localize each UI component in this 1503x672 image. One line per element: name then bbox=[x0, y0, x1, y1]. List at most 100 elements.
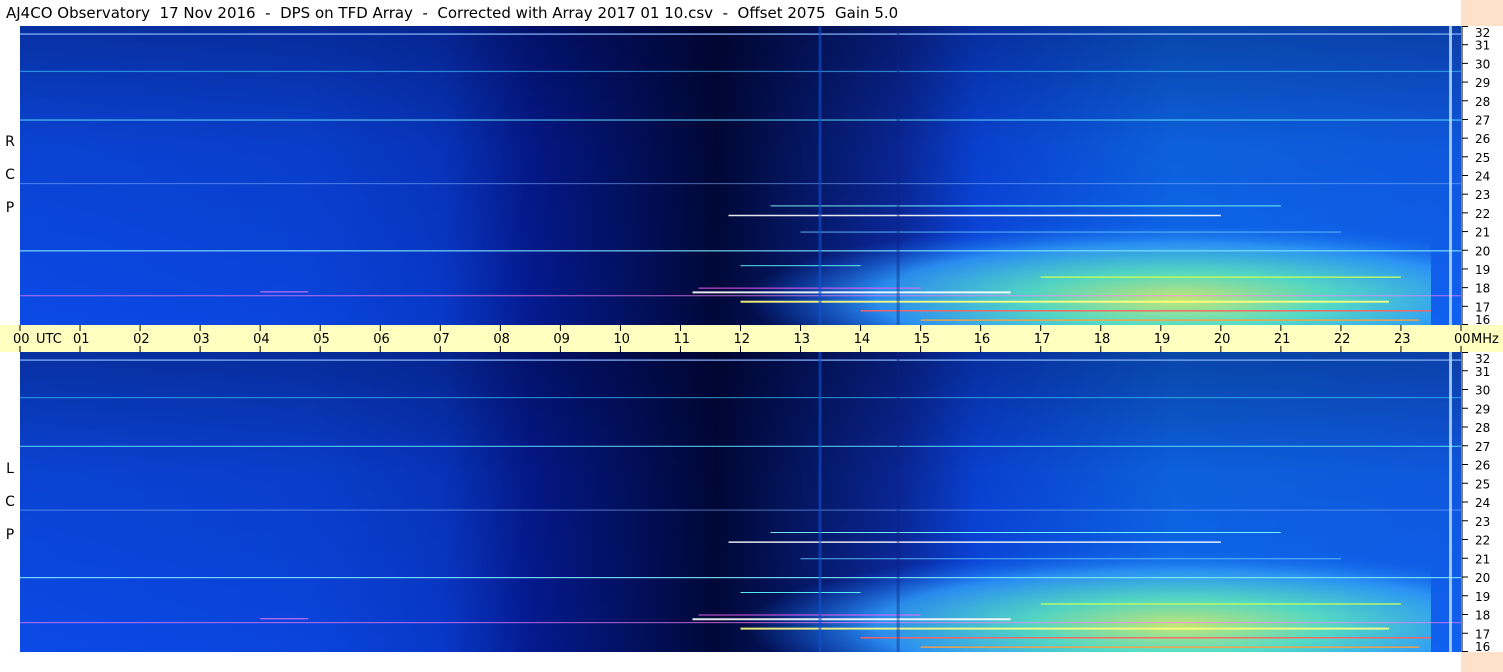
rcp-freq-tick-label-4: 28 bbox=[1475, 95, 1490, 109]
utc-tick-label-19: 19 bbox=[1154, 332, 1171, 347]
vertical-column-2 bbox=[1448, 352, 1452, 652]
rcp-freq-tick-label-3: 29 bbox=[1475, 76, 1490, 90]
interference-line-0 bbox=[20, 359, 1461, 361]
emission-streak-6 bbox=[260, 291, 309, 293]
emission-streak-1 bbox=[728, 541, 1221, 543]
emission-streak-5 bbox=[698, 287, 921, 289]
emission-streak-4 bbox=[860, 310, 1431, 312]
emission-streak-9 bbox=[800, 558, 1341, 560]
emission-streak-7 bbox=[740, 592, 861, 593]
utc-tick-label-23: 23 bbox=[1394, 332, 1411, 347]
utc-tick-label-2: 02 bbox=[133, 332, 150, 347]
lcp-letter-l: L bbox=[6, 460, 14, 477]
lcp-spectrogram-svg bbox=[20, 352, 1461, 652]
utc-tick-label-12: 12 bbox=[734, 332, 751, 347]
rcp-spectrogram-svg bbox=[20, 26, 1461, 325]
lcp-freq-tick-label-3: 29 bbox=[1475, 402, 1490, 416]
lcp-spectrogram bbox=[20, 352, 1461, 652]
vertical-column-2 bbox=[1448, 26, 1452, 325]
rcp-freq-tick-label-1: 31 bbox=[1475, 39, 1490, 53]
emission-streak-0 bbox=[692, 291, 1011, 294]
utc-tick-label-11: 11 bbox=[673, 332, 690, 347]
utc-tick-label-1: 01 bbox=[73, 332, 90, 347]
lcp-freq-tick-label-6: 26 bbox=[1475, 459, 1490, 473]
vertical-column-1 bbox=[896, 352, 900, 652]
lcp-freq-tick-label-13: 19 bbox=[1475, 590, 1490, 604]
emission-streak-8 bbox=[1040, 276, 1401, 278]
interference-line-5 bbox=[20, 295, 1461, 297]
utc-tick-label-14: 14 bbox=[854, 332, 871, 347]
utc-time-axis-svg: 00 01 02 03 04 05 06 07 08 09 10 11 12 13 14 15 16 17 18 19… bbox=[13, 325, 1499, 352]
emission-streak-3 bbox=[770, 532, 1281, 533]
utc-tick-label-24: 00 bbox=[1454, 332, 1471, 347]
lcp-freq-tick-label-7: 25 bbox=[1475, 477, 1490, 491]
vertical-column-1 bbox=[896, 26, 900, 325]
rcp-letter-p: P bbox=[5, 200, 15, 216]
emission-streak-7 bbox=[740, 265, 861, 267]
utc-unit-label: UTC bbox=[36, 332, 62, 347]
rcp-freq-tick-label-10: 22 bbox=[1475, 207, 1490, 221]
lcp-polarization-label: L C P bbox=[0, 352, 20, 652]
rcp-freq-tick-label-12: 20 bbox=[1475, 244, 1490, 258]
utc-tick-label-5: 05 bbox=[313, 332, 330, 347]
lcp-letter-c: C bbox=[5, 493, 15, 510]
lcp-freq-tick-label-14: 18 bbox=[1475, 609, 1490, 623]
rcp-freq-tick-label-11: 21 bbox=[1475, 226, 1490, 240]
rcp-freq-tick-label-5: 27 bbox=[1475, 113, 1490, 127]
utc-tick-label-22: 22 bbox=[1334, 332, 1351, 347]
interference-line-4 bbox=[20, 250, 1461, 252]
rcp-polarization-label: R C P bbox=[0, 26, 20, 325]
bottom-margin bbox=[0, 652, 1461, 672]
rcp-freq-tick-label-6: 26 bbox=[1475, 132, 1490, 146]
lcp-freq-tick-label-10: 22 bbox=[1475, 534, 1490, 548]
lcp-letter-p: P bbox=[5, 526, 15, 543]
mhz-unit-label: MHz bbox=[1471, 332, 1499, 347]
lcp-freq-tick-label-2: 30 bbox=[1475, 384, 1490, 398]
rcp-freq-tick-label-14: 18 bbox=[1475, 282, 1490, 296]
utc-tick-label-18: 18 bbox=[1094, 332, 1111, 347]
rcp-frequency-axis-svg: 3231302928272625242322212019181716 bbox=[1461, 26, 1490, 325]
vertical-column-0 bbox=[818, 352, 822, 652]
lcp-freq-tick-label-1: 31 bbox=[1475, 365, 1490, 379]
lcp-freq-tick-label-16: 16 bbox=[1475, 640, 1490, 652]
interference-line-3 bbox=[20, 182, 1461, 185]
emission-streak-2 bbox=[740, 300, 1389, 303]
emission-streak-3 bbox=[770, 205, 1281, 207]
utc-tick-label-4: 04 bbox=[253, 332, 270, 347]
lcp-freq-tick-label-12: 20 bbox=[1475, 571, 1490, 585]
interference-line-1 bbox=[20, 397, 1461, 399]
utc-tick-label-8: 08 bbox=[493, 332, 510, 347]
interference-line-2 bbox=[20, 445, 1461, 447]
rcp-letter-r: R bbox=[5, 134, 15, 150]
rcp-letter-c: C bbox=[5, 167, 15, 183]
utc-tick-label-3: 03 bbox=[193, 332, 210, 347]
utc-tick-label-20: 20 bbox=[1214, 332, 1231, 347]
lcp-frequency-axis: 32 31 30 29 28 27 26 25 24 23 22 21 20 19 18 17 16 bbox=[1461, 352, 1503, 652]
emission-streak-10 bbox=[920, 319, 1419, 321]
utc-tick-label-10: 10 bbox=[613, 332, 630, 347]
utc-tick-label-6: 06 bbox=[373, 332, 390, 347]
lcp-freq-tick-label-8: 24 bbox=[1475, 496, 1490, 510]
utc-tick-label-9: 09 bbox=[553, 332, 570, 347]
emission-streak-2 bbox=[740, 627, 1389, 630]
lcp-freq-tick-label-11: 21 bbox=[1475, 552, 1490, 566]
rcp-freq-tick-label-16: 16 bbox=[1475, 313, 1490, 325]
emission-streak-4 bbox=[860, 637, 1431, 639]
rcp-freq-tick-label-7: 25 bbox=[1475, 151, 1490, 165]
interference-line-2 bbox=[20, 119, 1461, 121]
lcp-freq-tick-label-4: 28 bbox=[1475, 421, 1490, 435]
utc-tick-label-13: 13 bbox=[794, 332, 811, 347]
lcp-freq-tick-label-9: 23 bbox=[1475, 515, 1490, 529]
vertical-column-0 bbox=[818, 26, 822, 325]
utc-tick-label-15: 15 bbox=[914, 332, 931, 347]
rcp-spectrogram bbox=[20, 26, 1461, 325]
rcp-freq-tick-label-2: 30 bbox=[1475, 57, 1490, 71]
lcp-freq-tick-label-5: 27 bbox=[1475, 440, 1490, 454]
rcp-frequency-axis: 32 31 30 29 28 27 26 25 24 23 22 21 20 19 18 17 16 bbox=[1461, 26, 1503, 325]
utc-tick-label-21: 21 bbox=[1274, 332, 1291, 347]
interference-line-1 bbox=[20, 70, 1461, 73]
interference-line-4 bbox=[20, 577, 1461, 579]
interference-line-3 bbox=[20, 509, 1461, 511]
utc-tick-label-0: 00 bbox=[13, 332, 30, 347]
rcp-freq-tick-label-9: 23 bbox=[1475, 188, 1490, 202]
